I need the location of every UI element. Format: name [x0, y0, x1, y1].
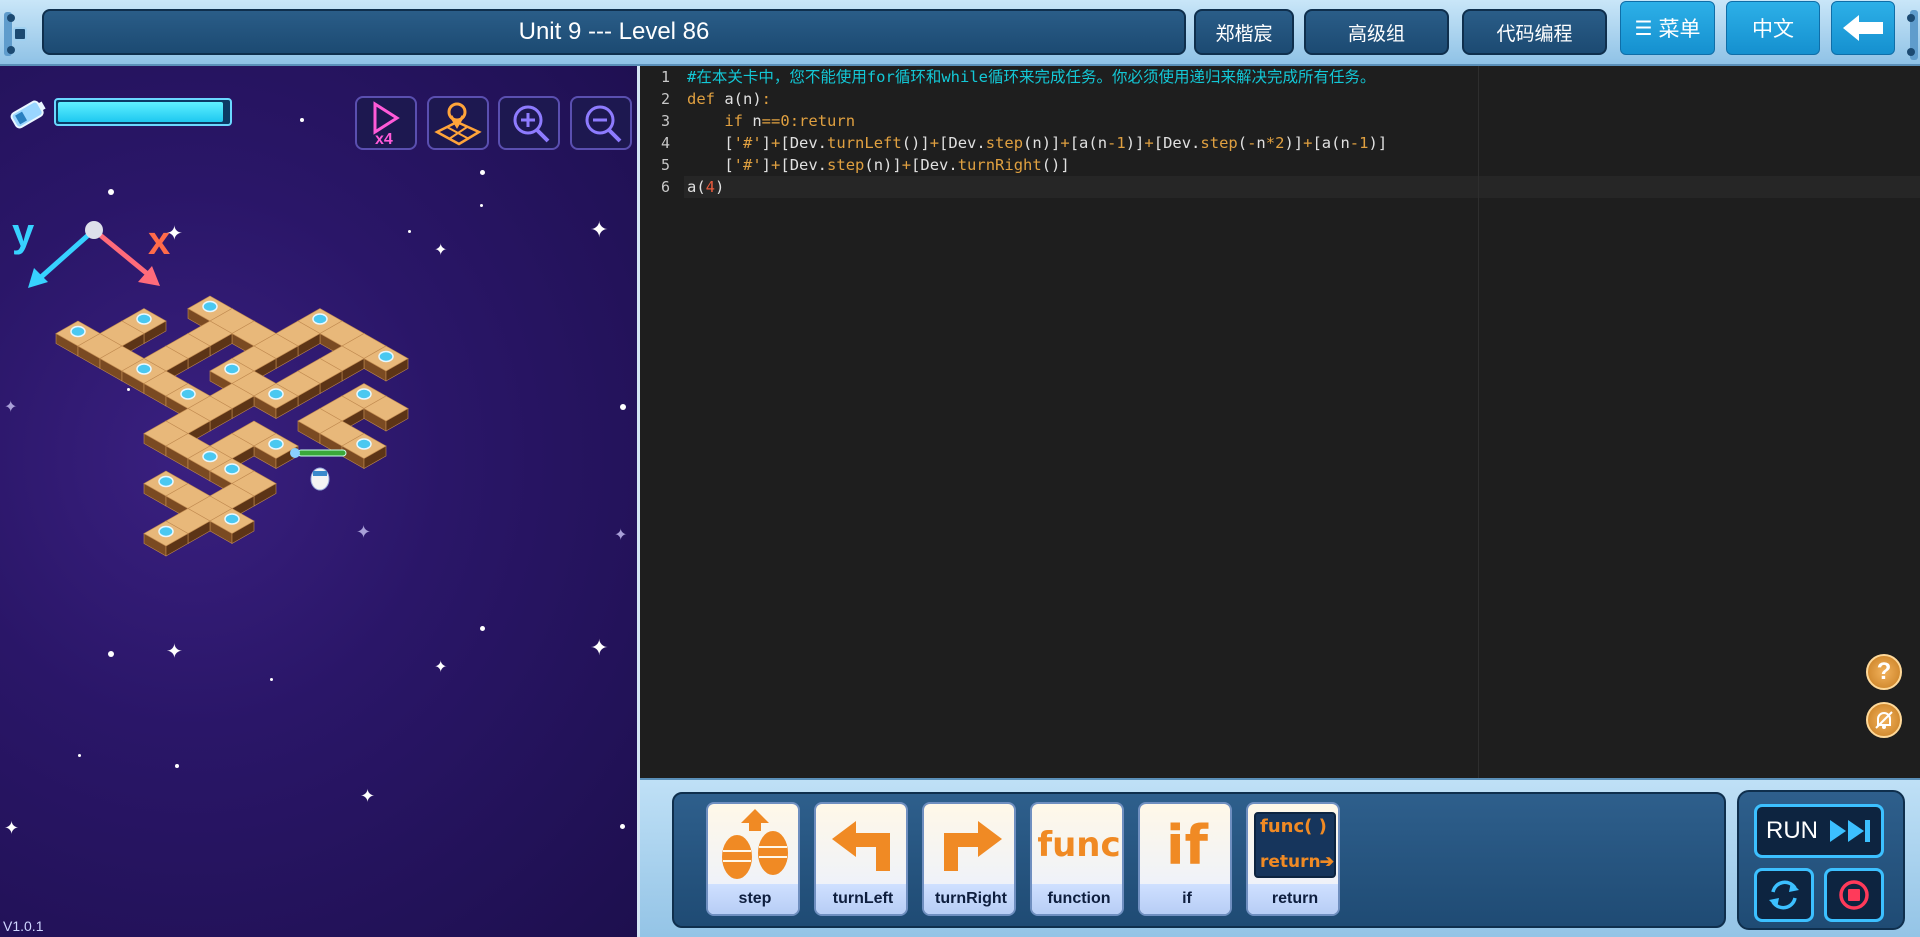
refresh-icon: [1769, 880, 1799, 910]
code-line[interactable]: #在本关卡中，您不能使用for循环和while循环来完成任务。你必须使用递归来解…: [687, 66, 1376, 88]
window-edge-icon: [1907, 10, 1918, 60]
block-label: turnLeft: [816, 884, 906, 914]
line-number: 6: [660, 178, 670, 196]
return-icon-top-text: func( ): [1260, 816, 1327, 837]
fast-forward-icon: [1830, 820, 1870, 842]
code-line[interactable]: def a(n):: [687, 88, 771, 110]
gem-icon: [224, 513, 240, 525]
run-label: RUN: [1766, 817, 1818, 844]
block-tray: step turnLeft turnRight func function if…: [672, 792, 1726, 928]
gem-icon: [136, 313, 152, 325]
return-icon-bottom-text: return: [1260, 852, 1321, 872]
level-map: [55, 295, 409, 557]
func-icon: func: [1037, 825, 1121, 865]
stop-button[interactable]: [1824, 868, 1884, 922]
gem-icon: [356, 438, 372, 450]
back-button[interactable]: [1831, 1, 1895, 55]
line-number: 5: [660, 156, 670, 174]
block-label: step: [708, 884, 798, 914]
gem-icon: [202, 450, 218, 463]
line-number: 1: [660, 68, 670, 86]
block-function[interactable]: func function: [1030, 802, 1124, 916]
current-line-highlight: [684, 176, 1920, 198]
block-return[interactable]: func( ) return ➔ return: [1246, 802, 1340, 916]
code-editor[interactable]: 1 2 3 4 5 6 #在本关卡中，您不能使用for循环和while循环来完成…: [640, 66, 1920, 778]
step-icon: [722, 809, 788, 879]
gem-icon: [70, 325, 86, 338]
block-step[interactable]: step: [706, 802, 800, 916]
robot-icon: [290, 448, 347, 491]
block-label: function: [1032, 884, 1122, 914]
gem-icon: [158, 475, 174, 488]
line-number: 2: [660, 90, 670, 108]
list-icon: ☰: [1634, 17, 1653, 40]
block-label: return: [1248, 884, 1338, 914]
gem-icon: [268, 438, 284, 450]
mode-button[interactable]: 代码编程: [1462, 9, 1607, 55]
turn-right-icon: [944, 821, 1002, 871]
gem-icon: [158, 525, 174, 538]
arrow-right-icon: ➔: [1319, 852, 1334, 871]
top-bar: Unit 9 --- Level 86 郑楷宸 高级组 代码编程 ☰ 菜单 中文: [0, 0, 1920, 66]
return-icon: func( ) return ➔: [1254, 812, 1336, 878]
gem-icon: [202, 300, 218, 313]
gem-icon: [312, 313, 328, 325]
line-number: 3: [660, 112, 670, 130]
version-label: V1.0.1: [3, 918, 44, 934]
stop-icon: [1839, 880, 1869, 910]
menu-label: 菜单: [1658, 18, 1701, 41]
run-button[interactable]: RUN: [1754, 804, 1884, 858]
gem-icon: [224, 363, 240, 375]
block-panel: step turnLeft turnRight func function if…: [640, 778, 1920, 937]
panel-toggle-icon[interactable]: [2, 4, 28, 64]
if-icon: if: [1165, 813, 1208, 877]
block-if[interactable]: if if: [1138, 802, 1232, 916]
mute-button[interactable]: [1866, 702, 1902, 738]
gem-icon: [136, 363, 152, 375]
block-turn-right[interactable]: turnRight: [922, 802, 1016, 916]
gem-icon: [224, 463, 240, 475]
line-number-gutter: 1 2 3 4 5 6: [640, 66, 684, 778]
print-margin-guide: [1478, 66, 1479, 778]
code-line[interactable]: ['#']+[Dev.turnLeft()]+[Dev.step(n)]+[a(…: [687, 132, 1387, 154]
gem-icon: [356, 388, 372, 400]
block-label: if: [1140, 884, 1230, 914]
menu-button[interactable]: ☰ 菜单: [1620, 1, 1715, 55]
code-line[interactable]: if n==0:return: [687, 110, 855, 132]
code-line[interactable]: ['#']+[Dev.step(n)]+[Dev.turnRight()]: [687, 154, 1069, 176]
turn-left-icon: [832, 821, 890, 871]
back-arrow-icon: [1843, 15, 1883, 41]
user-name-button[interactable]: 郑楷宸: [1194, 9, 1294, 55]
run-controls: RUN: [1737, 790, 1905, 930]
code-line[interactable]: a(4): [687, 176, 724, 198]
group-button[interactable]: 高级组: [1304, 9, 1449, 55]
level-title: Unit 9 --- Level 86: [42, 9, 1186, 55]
help-button[interactable]: ?: [1866, 654, 1902, 690]
bell-off-icon: [1875, 711, 1893, 729]
gem-icon: [180, 388, 196, 400]
game-viewport[interactable]: ✦ ✦ ✦ ✦ ✦ ✦ ✦ ✦ ✦ ✦ ✦ y x x4 V1.0.1: [0, 66, 640, 937]
block-turn-left[interactable]: turnLeft: [814, 802, 908, 916]
gem-icon: [378, 350, 394, 363]
language-button[interactable]: 中文: [1726, 1, 1820, 55]
gem-icon: [268, 388, 284, 400]
reset-button[interactable]: [1754, 868, 1814, 922]
line-number: 4: [660, 134, 670, 152]
block-label: turnRight: [924, 884, 1014, 914]
